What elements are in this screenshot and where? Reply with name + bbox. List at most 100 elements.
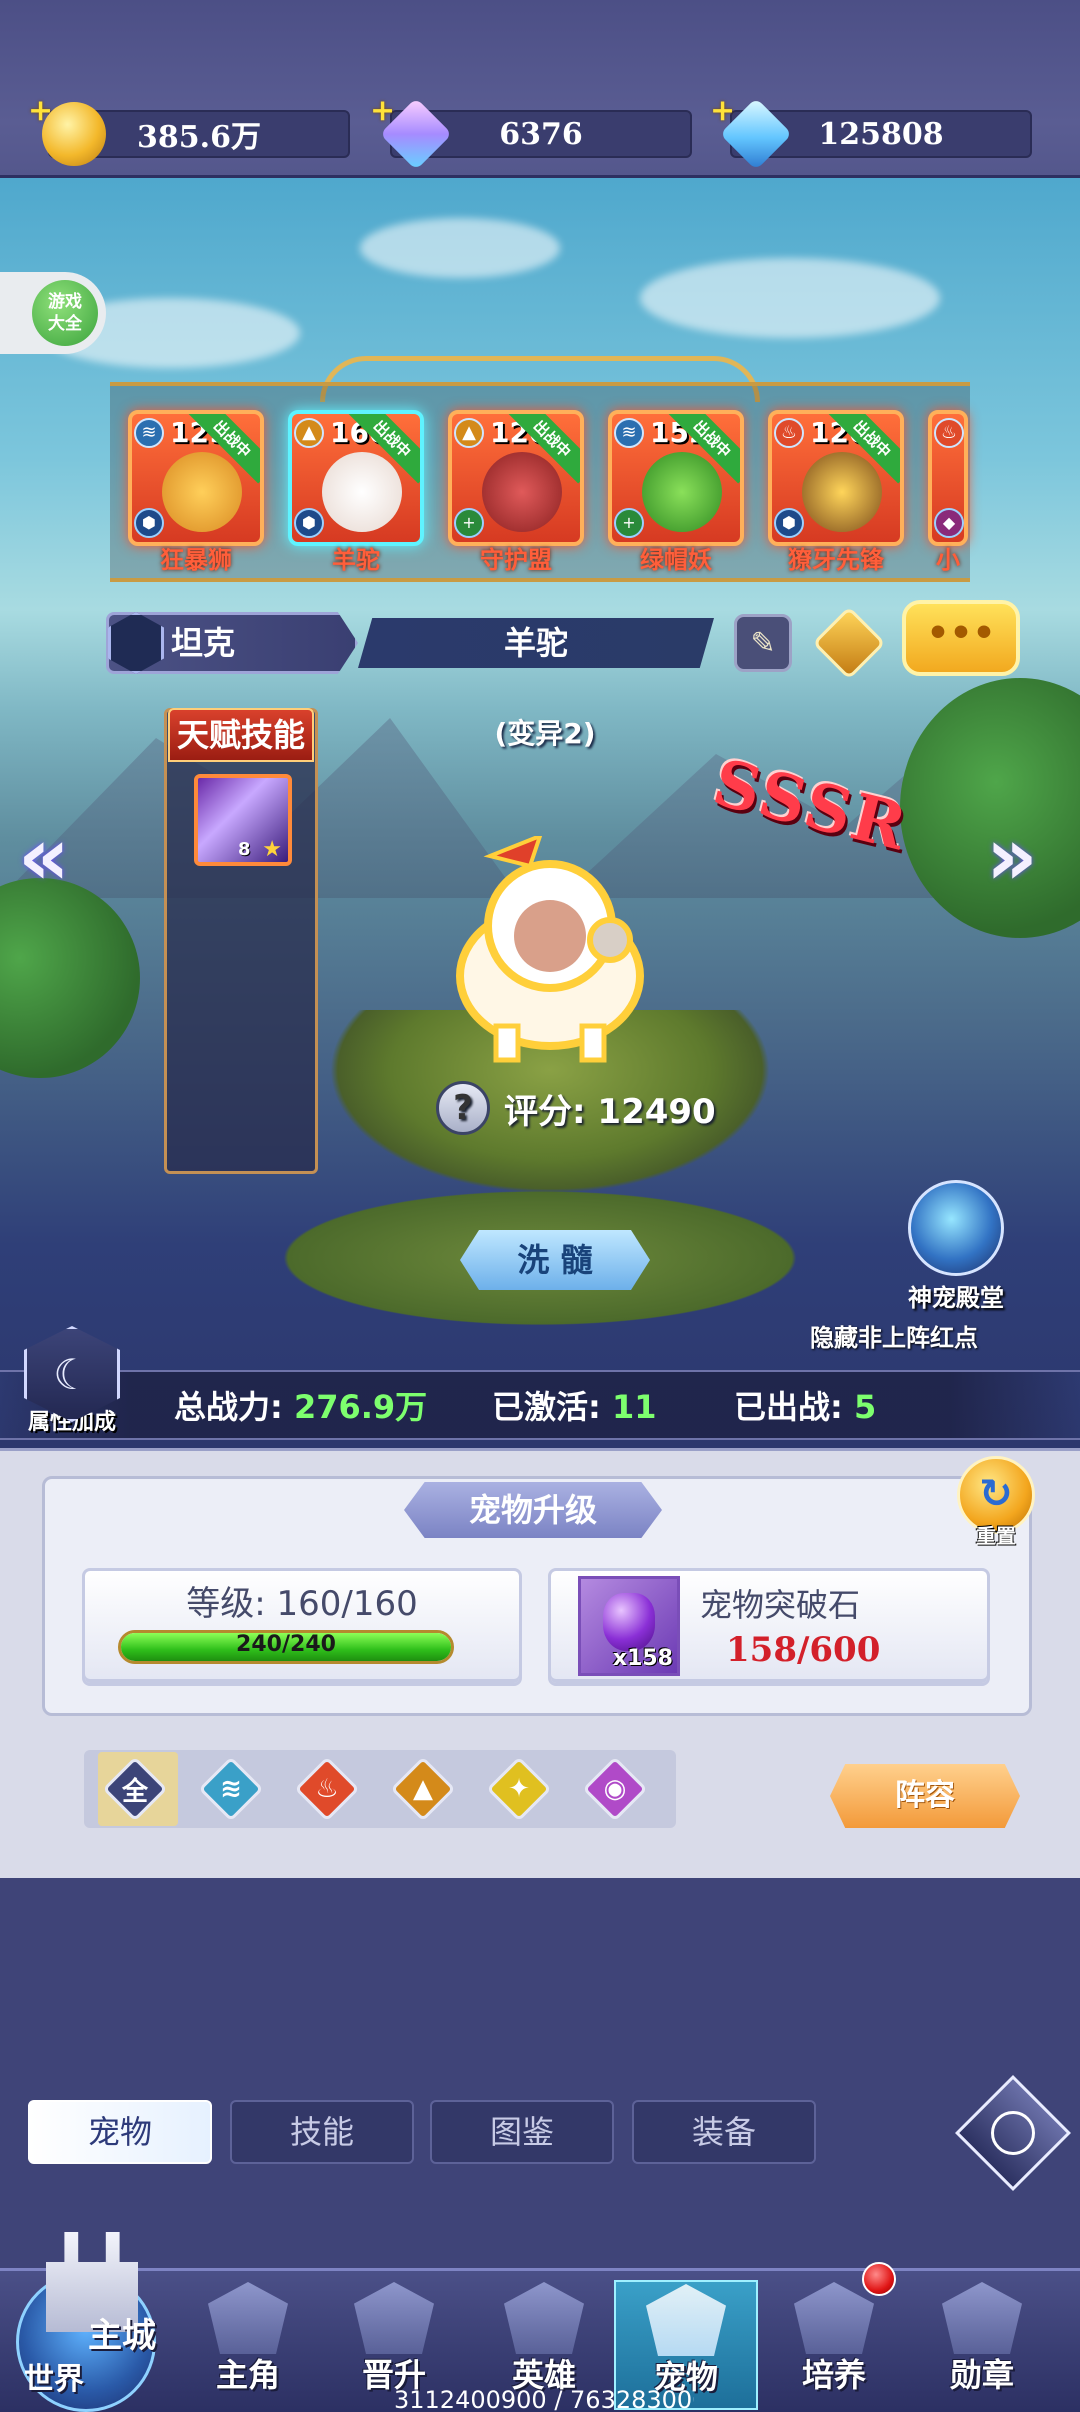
filter-light-button[interactable]: ✦	[486, 1756, 552, 1822]
cultivate-icon	[794, 2282, 874, 2354]
chat-bubble-icon: •••	[926, 613, 996, 654]
deployed-value: 5	[853, 1388, 877, 1426]
tab-equipment[interactable]: 装备	[632, 2100, 816, 2164]
guardian-pet-portrait	[482, 452, 562, 532]
help-question-icon[interactable]: ?	[436, 1081, 490, 1135]
breakthrough-stone-count: 158/600	[726, 1630, 881, 1670]
filter-dark-button[interactable]: ◉	[582, 1756, 648, 1822]
lion-pet-portrait	[162, 452, 242, 532]
game-center-icon: 游戏 大全	[32, 280, 98, 346]
rename-feather-button[interactable]: ✎	[734, 614, 792, 672]
pet-name: 羊驼	[503, 624, 568, 662]
game-center-line1: 游戏	[48, 292, 82, 312]
gold-coin-icon	[42, 102, 106, 166]
game-center-badge[interactable]: 游戏 大全	[0, 272, 106, 354]
chat-bubble-button[interactable]: •••	[902, 600, 1020, 676]
earth-element-icon: ▲	[454, 418, 484, 448]
deployed-label: 已出战:	[734, 1388, 843, 1426]
pet-hall-label: 神宠殿堂	[908, 1284, 1004, 1312]
hide-red-dot-toggle[interactable]: 隐藏非上阵红点	[810, 1318, 978, 1353]
pet-hall-icon	[908, 1180, 1004, 1276]
total-power-value: 276.9万	[293, 1388, 428, 1426]
score-value: 评分: 12490	[504, 1091, 716, 1132]
nav-label: 勋章	[949, 2356, 1014, 2394]
pet-name-bar: 羊驼	[358, 618, 714, 668]
debug-counter-text: 3112400900 / 76328300001	[394, 2386, 694, 2412]
feather-icon: ✎	[750, 625, 776, 661]
diamond-currency[interactable]: + 125808	[710, 96, 1032, 171]
next-pet-arrow[interactable]: »	[986, 810, 1038, 903]
support-role-icon: +	[454, 508, 484, 538]
talent-skill-slot[interactable]: 8 ★	[194, 774, 292, 866]
earth-element-button[interactable]	[812, 606, 886, 680]
previous-pet-arrow[interactable]: «	[18, 810, 70, 903]
talent-skill-title: 天赋技能	[168, 708, 314, 762]
breakthrough-stone-name: 宠物突破石	[700, 1586, 861, 1624]
gem-currency[interactable]: + 6376	[370, 96, 692, 171]
reset-button[interactable]: ↻ 重置	[954, 1456, 1038, 1549]
total-power-stat: 总战力: 276.9万	[174, 1382, 427, 1428]
roster-pet-card[interactable]: ≋ 152 出战中 +	[608, 410, 744, 546]
alpaca-pet-portrait	[322, 452, 402, 532]
promotion-icon	[354, 2282, 434, 2354]
pet-role-label: 坦克	[171, 624, 236, 662]
nav-hero-main[interactable]: 主角	[176, 2280, 320, 2410]
filter-fire-button[interactable]: ♨	[294, 1756, 360, 1822]
tank-role-icon: ⬢	[134, 508, 164, 538]
filter-glyph: ♨	[315, 1774, 339, 1804]
nav-medals[interactable]: 勋章	[910, 2280, 1054, 2410]
lineup-button[interactable]: 阵容	[830, 1764, 1020, 1828]
main-city-world-button[interactable]: 主城 世界	[6, 2212, 176, 2412]
gem-amount: 6376	[499, 116, 583, 152]
pet-paw-icon	[646, 2284, 726, 2356]
nav-label: 培养	[801, 2356, 866, 2394]
reset-label: 重置	[976, 1524, 1016, 1548]
filter-earth-button[interactable]: ▲	[390, 1756, 456, 1822]
water-element-icon: ≋	[614, 418, 644, 448]
nav-cultivate[interactable]: 培养	[762, 2280, 906, 2410]
world-label: 世界	[24, 2362, 84, 2397]
activated-value: 11	[611, 1388, 657, 1426]
filter-all-button[interactable]: 全	[102, 1756, 168, 1822]
star-icon: ★	[262, 837, 282, 862]
filter-glyph: ◉	[603, 1774, 627, 1804]
tab-skill[interactable]: 技能	[230, 2100, 414, 2164]
filter-glyph: 全	[121, 1776, 148, 1807]
eye-close-icon	[991, 2111, 1035, 2155]
game-center-line2: 大全	[48, 314, 82, 334]
attribute-bonus-button[interactable]: ☾ 属性加成	[14, 1326, 130, 1436]
roster-pet-card-selected[interactable]: ▲ 160 出战中 ⬢	[288, 410, 424, 546]
roster-pet-card[interactable]: ≋ 129 出战中 ⬢	[128, 410, 264, 546]
filter-glyph: ▲	[413, 1774, 433, 1804]
roster-pet-card-partial[interactable]: ♨ ◆	[928, 410, 968, 546]
roster-pet-card[interactable]: ♨ 120 出战中 ⬢	[768, 410, 904, 546]
pet-score: ? 评分: 12490	[436, 1080, 716, 1136]
earth-crown-icon	[812, 606, 886, 680]
support-role-icon: +	[614, 508, 644, 538]
hero-icon	[208, 2282, 288, 2354]
assassin-role-icon: ◆	[934, 508, 964, 538]
alpaca-pet-model[interactable]	[430, 836, 670, 1066]
earth-element-icon: ▲	[294, 418, 324, 448]
wash-marrow-button[interactable]: 洗 髓	[460, 1230, 650, 1290]
tab-pet[interactable]: 宠物	[28, 2100, 212, 2164]
notification-red-dot	[862, 2262, 896, 2296]
tab-codex[interactable]: 图鉴	[430, 2100, 614, 2164]
roster-pet-card[interactable]: ▲ 120 出战中 +	[448, 410, 584, 546]
skill-level: 8	[238, 839, 251, 860]
fire-element-icon: ♨	[774, 418, 804, 448]
tank-role-icon: ⬢	[774, 508, 804, 538]
gold-amount: 385.6万	[137, 120, 261, 155]
roster-pet-name: 绿帽妖	[640, 546, 712, 574]
activated-label: 已激活:	[492, 1388, 601, 1426]
divine-pet-hall-button[interactable]: 神宠殿堂	[896, 1180, 1016, 1313]
activated-stat: 已激活: 11	[492, 1382, 656, 1428]
gold-currency[interactable]: + 385.6万	[28, 96, 350, 166]
breakthrough-stone-item[interactable]: x158	[578, 1576, 680, 1676]
filter-glyph: ✦	[508, 1774, 530, 1804]
fang-pet-portrait	[802, 452, 882, 532]
pet-variant-label: (变异2)	[494, 717, 596, 750]
stone-quantity: x158	[612, 1646, 673, 1671]
filter-water-button[interactable]: ≋	[198, 1756, 264, 1822]
fire-element-icon: ♨	[934, 418, 964, 448]
